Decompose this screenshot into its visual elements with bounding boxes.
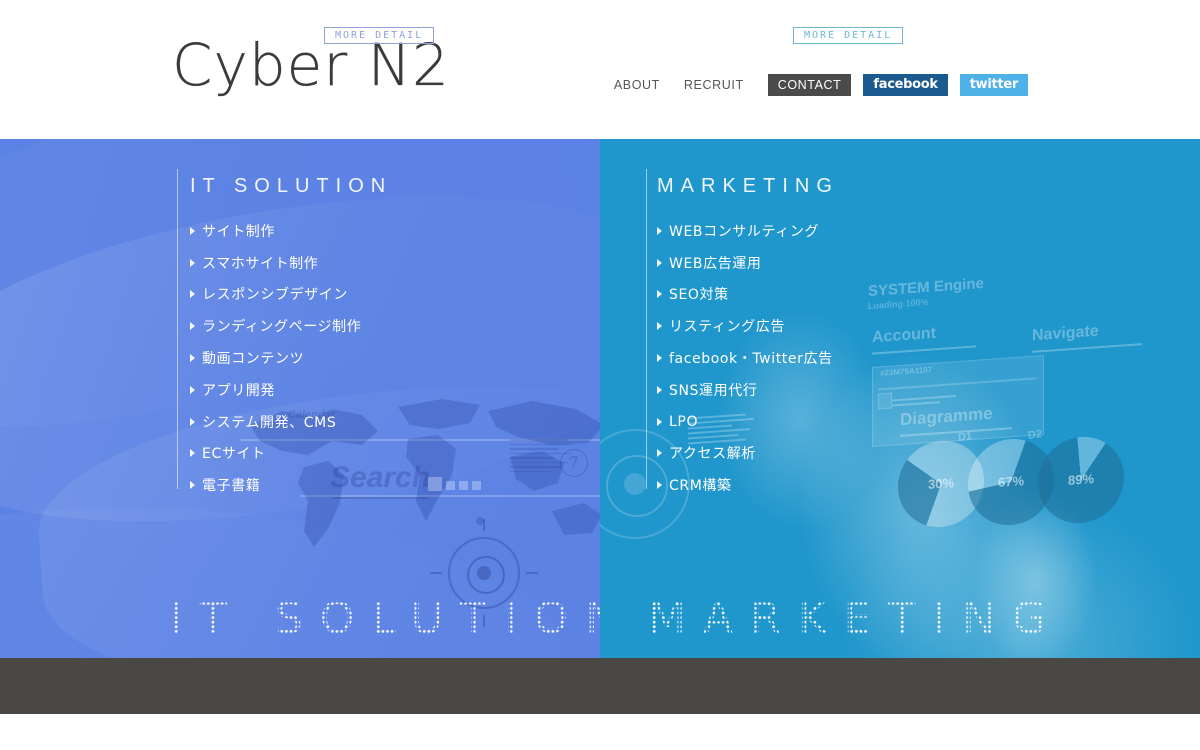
arrow-right-icon — [657, 481, 662, 490]
service-label: リスティング広告 — [669, 319, 785, 336]
marketing-panel-content: MARKETING WEBコンサルティング WEB広告運用 SEO対策 リスティ… — [600, 139, 1200, 658]
page-root: Cyber N2 ABOUT RECRUIT CONTACT facebook … — [0, 0, 1200, 750]
nav-link-recruit[interactable]: RECRUIT — [672, 74, 756, 96]
panel-watermark-marketing: MARKETING — [648, 593, 1064, 644]
service-label: facebook・Twitter広告 — [669, 351, 833, 368]
panel-title-it-solution: IT SOLUTION — [190, 175, 393, 197]
service-list-item[interactable]: WEBコンサルティング — [657, 215, 833, 247]
arrow-right-icon — [657, 354, 662, 363]
service-label: アクセス解析 — [669, 446, 756, 463]
site-header: Cyber N2 ABOUT RECRUIT CONTACT facebook … — [0, 0, 1200, 139]
service-list-item[interactable]: スマホサイト制作 — [190, 247, 361, 279]
arrow-right-icon — [190, 290, 195, 299]
panel-title-marketing: MARKETING — [657, 175, 839, 197]
hero-panel-it-solution[interactable]: Calendar Search 7 IT SOLUTION サイト制作 スマホサ… — [0, 139, 600, 658]
service-label: SNS運用代行 — [669, 382, 758, 399]
service-list-item[interactable]: システム開発、CMS — [190, 406, 361, 438]
arrow-right-icon — [657, 258, 662, 267]
service-label: サイト制作 — [202, 223, 275, 240]
notch-triangle-it — [350, 658, 380, 672]
service-list-item[interactable]: LPO — [657, 406, 833, 438]
service-list-item[interactable]: CRM構築 — [657, 469, 833, 501]
arrow-right-icon — [190, 258, 195, 267]
service-list-item[interactable]: リスティング広告 — [657, 310, 833, 342]
service-list-item[interactable]: SNS運用代行 — [657, 374, 833, 406]
hero-section: Calendar Search 7 IT SOLUTION サイト制作 スマホサ… — [0, 139, 1200, 658]
panel-vertical-rule — [177, 169, 178, 489]
service-list-item[interactable]: ランディングページ制作 — [190, 310, 361, 342]
service-list-item[interactable]: アプリ開発 — [190, 374, 361, 406]
service-list-item[interactable]: レスポンシブデザイン — [190, 279, 361, 311]
arrow-right-icon — [190, 481, 195, 490]
arrow-right-icon — [657, 417, 662, 426]
panel-watermark-it-solution: IT SOLUTION — [170, 593, 600, 644]
service-label: WEBコンサルティング — [669, 223, 820, 240]
nav-button-facebook[interactable]: facebook — [863, 74, 948, 96]
arrow-right-icon — [657, 449, 662, 458]
footer-band — [0, 658, 1200, 714]
service-label: 動画コンテンツ — [202, 351, 305, 368]
service-label: LPO — [669, 413, 699, 430]
service-label: アプリ開発 — [202, 382, 275, 399]
service-list-item[interactable]: 電子書籍 — [190, 469, 361, 501]
service-list-item[interactable]: WEB広告運用 — [657, 247, 833, 279]
service-label: SEO対策 — [669, 287, 729, 304]
service-list-it-solution: サイト制作 スマホサイト制作 レスポンシブデザイン ランディングページ制作 動画… — [190, 215, 361, 501]
service-label: システム開発、CMS — [202, 414, 337, 431]
service-list-item[interactable]: ECサイト — [190, 438, 361, 470]
service-label: ECサイト — [202, 446, 266, 463]
arrow-right-icon — [190, 322, 195, 331]
footer-white-area — [0, 714, 1200, 750]
nav-button-contact[interactable]: CONTACT — [767, 74, 852, 96]
arrow-right-icon — [190, 417, 195, 426]
notch-triangle-marketing — [820, 658, 850, 672]
service-list-item[interactable]: サイト制作 — [190, 215, 361, 247]
arrow-right-icon — [190, 354, 195, 363]
arrow-right-icon — [657, 226, 662, 235]
service-list-marketing: WEBコンサルティング WEB広告運用 SEO対策 リスティング広告 faceb… — [657, 215, 833, 501]
main-navigation: ABOUT RECRUIT CONTACT facebook twitter — [602, 74, 1028, 96]
service-list-item[interactable]: facebook・Twitter広告 — [657, 342, 833, 374]
panel-vertical-rule — [646, 169, 647, 489]
arrow-right-icon — [657, 322, 662, 331]
more-detail-button-it-solution[interactable]: MORE DETAIL — [324, 27, 435, 44]
service-label: CRM構築 — [669, 478, 732, 495]
service-list-item[interactable]: 動画コンテンツ — [190, 342, 361, 374]
service-label: ランディングページ制作 — [202, 319, 362, 336]
nav-link-about[interactable]: ABOUT — [602, 74, 672, 96]
arrow-right-icon — [657, 385, 662, 394]
service-list-item[interactable]: SEO対策 — [657, 279, 833, 311]
arrow-right-icon — [657, 290, 662, 299]
service-label: 電子書籍 — [202, 478, 261, 495]
more-detail-button-marketing[interactable]: MORE DETAIL — [793, 27, 904, 44]
arrow-right-icon — [190, 385, 195, 394]
nav-button-twitter[interactable]: twitter — [959, 74, 1028, 96]
arrow-right-icon — [190, 226, 195, 235]
arrow-right-icon — [190, 449, 195, 458]
service-label: WEB広告運用 — [669, 255, 762, 272]
it-panel-content: IT SOLUTION サイト制作 スマホサイト制作 レスポンシブデザイン ラン… — [0, 139, 600, 658]
hero-panel-marketing[interactable]: SYSTEM Engine Loading 100% Account #23M7… — [600, 139, 1200, 658]
service-list-item[interactable]: アクセス解析 — [657, 438, 833, 470]
service-label: スマホサイト制作 — [202, 255, 319, 272]
service-label: レスポンシブデザイン — [202, 287, 348, 304]
